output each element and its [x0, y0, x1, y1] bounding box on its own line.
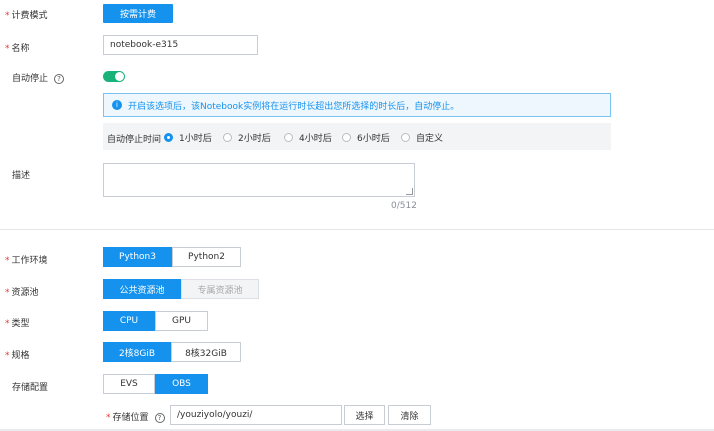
storage-option-obs[interactable]: OBS [155, 374, 208, 394]
help-icon[interactable]: ? [54, 73, 65, 84]
radio-label: 4小时后 [299, 134, 332, 144]
type-label-text: 类型 [11, 319, 30, 329]
description-textarea[interactable] [103, 163, 415, 197]
auto-stop-label: 自动停止? [12, 71, 65, 84]
spec-label-text: 规格 [11, 351, 30, 361]
environment-label-text: 工作环境 [11, 256, 48, 266]
required-mark: * [5, 351, 10, 361]
spec-label: * 规格 [5, 348, 30, 361]
storage-option-evs[interactable]: EVS [103, 374, 155, 394]
required-mark: * [5, 256, 10, 266]
clear-button[interactable]: 清除 [388, 405, 431, 425]
billing-label-text: 计费模式 [11, 11, 48, 21]
auto-stop-label-text: 自动停止 [12, 74, 49, 84]
pool-option-dedicated: 专属资源池 [181, 279, 259, 299]
type-selector: CPU GPU [103, 311, 208, 331]
spec-option-8c32g[interactable]: 8核32GiB [171, 342, 241, 362]
resize-handle-icon[interactable] [406, 188, 413, 195]
description-counter: 0/512 [391, 201, 417, 211]
name-input[interactable]: notebook-e315 [103, 35, 258, 55]
required-mark: * [5, 288, 10, 298]
auto-stop-time-label: 自动停止时间 [107, 135, 162, 145]
required-mark: * [5, 44, 10, 54]
storage-location-label-text: 存储位置 [112, 413, 149, 423]
storage-label: 存储配置 [12, 383, 49, 393]
radio-1h[interactable]: 1小时后 [164, 131, 212, 144]
required-mark: * [106, 413, 111, 423]
name-label: * 名称 [5, 41, 30, 54]
storage-location-input[interactable]: /youziyolo/youzi/ [170, 405, 342, 425]
toggle-knob [115, 72, 124, 81]
type-label: * 类型 [5, 316, 30, 329]
radio-dot [284, 133, 293, 142]
environment-selector: Python3 Python2 [103, 247, 241, 267]
billing-mode-button[interactable]: 按需计费 [103, 4, 173, 23]
info-icon: i [112, 100, 122, 110]
auto-stop-info-text: 开启该选项后，该Notebook实例将在运行时长超出您所选择的时长后，自动停止。 [128, 101, 460, 112]
section-divider [0, 229, 714, 230]
environment-label: * 工作环境 [5, 253, 48, 266]
radio-label: 6小时后 [357, 134, 390, 144]
radio-dot [342, 133, 351, 142]
radio-label: 2小时后 [238, 134, 271, 144]
pool-option-public[interactable]: 公共资源池 [103, 279, 181, 299]
required-mark: * [5, 11, 10, 21]
spec-selector: 2核8GiB 8核32GiB [103, 342, 241, 362]
help-icon[interactable]: ? [154, 412, 165, 423]
select-button[interactable]: 选择 [344, 405, 385, 425]
required-mark: * [5, 319, 10, 329]
resource-pool-label-text: 资源池 [11, 288, 39, 298]
env-option-python3[interactable]: Python3 [103, 247, 172, 267]
radio-custom[interactable]: 自定义 [401, 131, 443, 144]
storage-selector: EVS OBS [103, 374, 208, 394]
auto-stop-info-box: i 开启该选项后，该Notebook实例将在运行时长超出您所选择的时长后，自动停… [103, 93, 611, 117]
radio-label: 1小时后 [179, 134, 212, 144]
type-option-gpu[interactable]: GPU [155, 311, 208, 331]
name-label-text: 名称 [11, 44, 30, 54]
env-option-python2[interactable]: Python2 [172, 247, 241, 267]
storage-location-label: * 存储位置? [106, 410, 165, 423]
radio-label: 自定义 [416, 134, 444, 144]
radio-dot [223, 133, 232, 142]
billing-label: * 计费模式 [5, 8, 48, 21]
type-option-cpu[interactable]: CPU [103, 311, 155, 331]
resource-pool-selector: 公共资源池 专属资源池 [103, 279, 259, 299]
radio-dot [401, 133, 410, 142]
radio-2h[interactable]: 2小时后 [223, 131, 271, 144]
radio-dot [164, 133, 173, 142]
radio-6h[interactable]: 6小时后 [342, 131, 390, 144]
spec-option-2c8g[interactable]: 2核8GiB [103, 342, 171, 362]
auto-stop-toggle[interactable] [103, 71, 125, 82]
description-label: 描述 [12, 171, 31, 181]
resource-pool-label: * 资源池 [5, 285, 39, 298]
radio-4h[interactable]: 4小时后 [284, 131, 332, 144]
